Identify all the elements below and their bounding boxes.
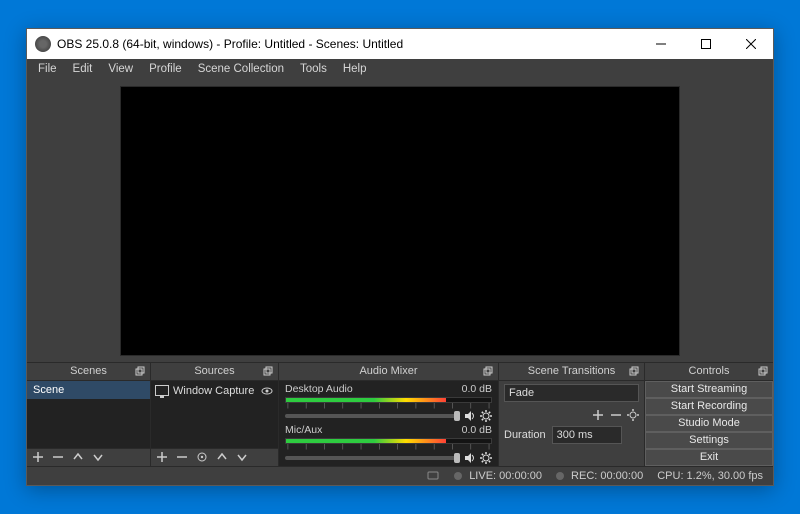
transitions-title: Scene Transitions xyxy=(528,365,615,377)
speaker-icon[interactable] xyxy=(464,410,476,422)
minimize-button[interactable] xyxy=(638,29,683,59)
rec-label: REC: xyxy=(571,470,597,482)
statusbar: LIVE: 00:00:00 REC: 00:00:00 CPU: 1.2%, … xyxy=(27,466,773,485)
menu-edit[interactable]: Edit xyxy=(66,61,100,77)
close-button[interactable] xyxy=(728,29,773,59)
sources-header: Sources xyxy=(151,363,278,381)
rec-time: 00:00:00 xyxy=(600,470,643,482)
preview-area xyxy=(27,80,773,362)
remove-transition-icon[interactable] xyxy=(609,408,623,422)
mixer-channel-mic: Mic/Aux 0.0 dB |||||||||||| xyxy=(279,422,498,463)
popout-icon[interactable] xyxy=(756,364,770,378)
gear-icon[interactable] xyxy=(480,452,492,464)
transitions-header: Scene Transitions xyxy=(499,363,644,381)
studio-mode-button[interactable]: Studio Mode xyxy=(645,415,773,432)
scene-item[interactable]: Scene xyxy=(27,381,150,399)
menu-help[interactable]: Help xyxy=(336,61,374,77)
channel-name: Desktop Audio xyxy=(285,383,353,395)
menu-profile[interactable]: Profile xyxy=(142,61,189,77)
obs-logo-icon xyxy=(35,36,51,52)
live-label: LIVE: xyxy=(469,470,496,482)
meter-ticks: |||||||||||| xyxy=(285,444,492,450)
mixer-body: Desktop Audio 0.0 dB |||||||||||| Mic/Au… xyxy=(279,381,498,466)
sources-title: Sources xyxy=(194,365,234,377)
status-cpu: CPU: 1.2%, 30.00 fps xyxy=(657,470,763,482)
transitions-body: Fade Duration 300 ms xyxy=(499,381,644,466)
duration-spinbox[interactable]: 300 ms xyxy=(552,426,622,444)
menu-file[interactable]: File xyxy=(31,61,64,77)
move-source-up-icon[interactable] xyxy=(215,450,229,464)
transition-selected: Fade xyxy=(509,387,534,399)
scenes-footer xyxy=(27,448,150,466)
channel-level: 0.0 dB xyxy=(462,424,492,436)
controls-dock: Controls Start Streaming Start Recording… xyxy=(645,363,773,466)
preview-canvas[interactable] xyxy=(120,86,680,356)
move-scene-down-icon[interactable] xyxy=(91,450,105,464)
rec-dot-icon xyxy=(556,472,564,480)
live-time: 00:00:00 xyxy=(499,470,542,482)
window-title: OBS 25.0.8 (64-bit, windows) - Profile: … xyxy=(57,37,638,51)
remove-source-icon[interactable] xyxy=(175,450,189,464)
channel-level: 0.0 dB xyxy=(462,383,492,395)
transitions-dock: Scene Transitions Fade Duration 300 xyxy=(499,363,645,466)
volume-slider[interactable] xyxy=(285,414,460,418)
docks-row: Scenes Scene Sources xyxy=(27,362,773,466)
mixer-header: Audio Mixer xyxy=(279,363,498,381)
controls-body: Start Streaming Start Recording Studio M… xyxy=(645,381,773,466)
start-streaming-button[interactable]: Start Streaming xyxy=(645,381,773,398)
source-properties-icon[interactable] xyxy=(195,450,209,464)
sources-footer xyxy=(151,448,278,466)
popout-icon[interactable] xyxy=(133,364,147,378)
duration-label: Duration xyxy=(504,429,546,441)
sources-list[interactable]: Window Capture xyxy=(151,381,278,448)
vu-meter xyxy=(285,438,492,444)
scenes-header: Scenes xyxy=(27,363,150,381)
window-capture-icon xyxy=(155,385,169,396)
popout-icon[interactable] xyxy=(261,364,275,378)
sources-dock: Sources Window Capture xyxy=(151,363,279,466)
status-rec: REC: 00:00:00 xyxy=(556,470,643,482)
duration-value: 300 ms xyxy=(557,429,593,441)
source-name: Window Capture xyxy=(173,385,254,397)
gear-icon[interactable] xyxy=(627,408,639,422)
meter-ticks: |||||||||||| xyxy=(285,403,492,409)
transition-select[interactable]: Fade xyxy=(504,384,639,402)
vu-meter xyxy=(285,397,492,403)
mixer-title: Audio Mixer xyxy=(359,365,417,377)
channel-name: Mic/Aux xyxy=(285,424,322,436)
source-item[interactable]: Window Capture xyxy=(151,381,278,401)
audio-mixer-dock: Audio Mixer Desktop Audio 0.0 dB |||||||… xyxy=(279,363,499,466)
controls-title: Controls xyxy=(689,365,730,377)
maximize-button[interactable] xyxy=(683,29,728,59)
menu-scene-collection[interactable]: Scene Collection xyxy=(191,61,291,77)
mixer-channel-desktop: Desktop Audio 0.0 dB |||||||||||| xyxy=(279,381,498,422)
status-broadcast-icon xyxy=(426,469,440,483)
move-scene-up-icon[interactable] xyxy=(71,450,85,464)
obs-window: OBS 25.0.8 (64-bit, windows) - Profile: … xyxy=(26,28,774,486)
live-dot-icon xyxy=(454,472,462,480)
scenes-list[interactable]: Scene xyxy=(27,381,150,448)
visibility-icon[interactable] xyxy=(260,384,274,398)
popout-icon[interactable] xyxy=(481,364,495,378)
menu-view[interactable]: View xyxy=(101,61,140,77)
start-recording-button[interactable]: Start Recording xyxy=(645,398,773,415)
scenes-title: Scenes xyxy=(70,365,107,377)
move-source-down-icon[interactable] xyxy=(235,450,249,464)
exit-button[interactable]: Exit xyxy=(645,449,773,466)
status-live: LIVE: 00:00:00 xyxy=(454,470,542,482)
add-transition-icon[interactable] xyxy=(591,408,605,422)
add-source-icon[interactable] xyxy=(155,450,169,464)
menubar: File Edit View Profile Scene Collection … xyxy=(27,59,773,80)
menu-tools[interactable]: Tools xyxy=(293,61,334,77)
remove-scene-icon[interactable] xyxy=(51,450,65,464)
add-scene-icon[interactable] xyxy=(31,450,45,464)
titlebar: OBS 25.0.8 (64-bit, windows) - Profile: … xyxy=(27,29,773,59)
scenes-dock: Scenes Scene xyxy=(27,363,151,466)
settings-button[interactable]: Settings xyxy=(645,432,773,449)
gear-icon[interactable] xyxy=(480,410,492,422)
controls-header: Controls xyxy=(645,363,773,381)
volume-slider[interactable] xyxy=(285,456,460,460)
popout-icon[interactable] xyxy=(627,364,641,378)
speaker-icon[interactable] xyxy=(464,452,476,464)
